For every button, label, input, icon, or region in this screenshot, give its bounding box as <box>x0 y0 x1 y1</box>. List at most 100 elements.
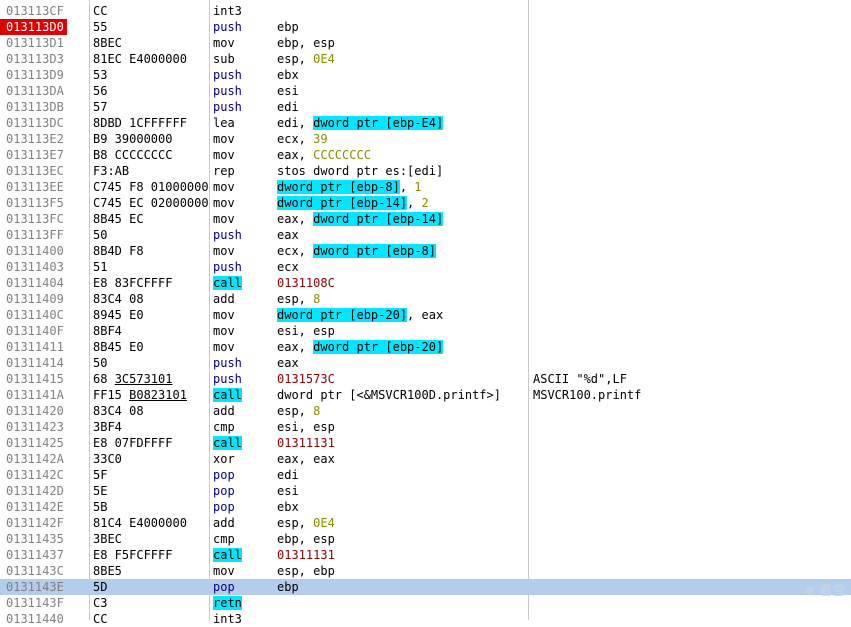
disasm-row[interactable]: 01311423 3BF4 cmp esi, esp <box>0 419 851 435</box>
address-cell[interactable]: 0131143E <box>0 579 78 595</box>
hex-dump-cell[interactable]: 68 3C573101 <box>93 371 209 387</box>
comment-cell[interactable] <box>533 83 851 99</box>
address-cell[interactable]: 01311403 <box>0 259 78 275</box>
mnemonic-cell[interactable]: sub <box>213 51 275 67</box>
mnemonic-cell[interactable]: push <box>213 371 275 387</box>
disasm-row[interactable]: 0131143F C3 retn <box>0 595 851 611</box>
hex-dump-cell[interactable]: C745 F8 01000000 <box>93 179 209 195</box>
mnemonic-cell[interactable]: pop <box>213 483 275 499</box>
disasm-row[interactable]: 013113DB 57 push edi <box>0 99 851 115</box>
address-cell[interactable]: 013113F5 <box>0 195 78 211</box>
hex-dump-cell[interactable]: B8 CCCCCCCC <box>93 147 209 163</box>
disasm-row[interactable]: 0131142F 81C4 E4000000 add esp, 0E4 <box>0 515 851 531</box>
disasm-row[interactable]: 013113DA 56 push esi <box>0 83 851 99</box>
disasm-row[interactable]: 01311414 50 push eax <box>0 355 851 371</box>
mnemonic-cell[interactable]: push <box>213 355 275 371</box>
address-cell[interactable]: 0131142A <box>0 451 78 467</box>
disasm-row[interactable]: 0131142A 33C0 xor eax, eax <box>0 451 851 467</box>
mnemonic-cell[interactable]: add <box>213 403 275 419</box>
address-cell[interactable]: 0131140C <box>0 307 78 323</box>
mnemonic-cell[interactable]: cmp <box>213 419 275 435</box>
comment-cell[interactable] <box>533 515 851 531</box>
disasm-row[interactable]: 013113D0 55 push ebp <box>0 19 851 35</box>
operands-cell[interactable]: edi <box>277 467 527 483</box>
mnemonic-cell[interactable]: add <box>213 291 275 307</box>
operands-cell[interactable]: esi, esp <box>277 419 527 435</box>
mnemonic-cell[interactable]: mov <box>213 195 275 211</box>
hex-dump-cell[interactable]: F3:AB <box>93 163 209 179</box>
hex-dump-cell[interactable]: 8BF4 <box>93 323 209 339</box>
operands-cell[interactable] <box>277 3 527 19</box>
operands-cell[interactable]: ebx <box>277 499 527 515</box>
hex-dump-cell[interactable]: 53 <box>93 67 209 83</box>
address-cell[interactable]: 01311425 <box>0 435 78 451</box>
hex-dump-cell[interactable]: 8BEC <box>93 35 209 51</box>
operands-cell[interactable]: 0131573C <box>277 371 527 387</box>
mnemonic-cell[interactable]: call <box>213 387 275 403</box>
hex-dump-cell[interactable]: FF15 B0823101 <box>93 387 209 403</box>
disasm-row[interactable]: 01311409 83C4 08 add esp, 8 <box>0 291 851 307</box>
operands-cell[interactable]: ecx, dword ptr [ebp-8] <box>277 243 527 259</box>
mnemonic-cell[interactable]: mov <box>213 35 275 51</box>
mnemonic-cell[interactable]: mov <box>213 179 275 195</box>
address-cell[interactable]: 0131142E <box>0 499 78 515</box>
address-cell[interactable]: 01311409 <box>0 291 78 307</box>
disasm-row[interactable]: 013113EE C745 F8 01000000 mov dword ptr [eb… <box>0 179 851 195</box>
comment-cell[interactable] <box>533 35 851 51</box>
operands-cell[interactable]: esp, 0E4 <box>277 51 527 67</box>
address-cell[interactable]: 0131141A <box>0 387 78 403</box>
mnemonic-cell[interactable]: lea <box>213 115 275 131</box>
hex-dump-cell[interactable]: 3BEC <box>93 531 209 547</box>
operands-cell[interactable]: ebp <box>277 579 527 595</box>
operands-cell[interactable]: dword ptr [ebp-8], 1 <box>277 179 527 195</box>
disasm-row[interactable]: 013113D3 81EC E4000000 sub esp, 0E4 <box>0 51 851 67</box>
hex-dump-cell[interactable]: 8B45 E0 <box>93 339 209 355</box>
disasm-row[interactable]: 013113F5 C745 EC 02000000 mov dword ptr [eb… <box>0 195 851 211</box>
hex-dump-cell[interactable]: 51 <box>93 259 209 275</box>
comment-cell[interactable] <box>533 467 851 483</box>
mnemonic-cell[interactable]: call <box>213 435 275 451</box>
comment-cell[interactable] <box>533 163 851 179</box>
operands-cell[interactable]: 01311131 <box>277 435 527 451</box>
address-cell[interactable]: 0131143C <box>0 563 78 579</box>
disasm-row[interactable]: 013113E2 B9 39000000 mov ecx, 39 <box>0 131 851 147</box>
address-cell[interactable]: 01311411 <box>0 339 78 355</box>
operands-cell[interactable]: 0131108C <box>277 275 527 291</box>
comment-cell[interactable] <box>533 259 851 275</box>
disasm-row[interactable]: 01311425 E8 07FDFFFF call 01311131 <box>0 435 851 451</box>
comment-cell[interactable] <box>533 499 851 515</box>
mnemonic-cell[interactable]: push <box>213 99 275 115</box>
comment-cell[interactable] <box>533 3 851 19</box>
disasm-row[interactable]: 0131142E 5B pop ebx <box>0 499 851 515</box>
address-cell[interactable]: 01311404 <box>0 275 78 291</box>
mnemonic-cell[interactable]: int3 <box>213 3 275 19</box>
hex-dump-cell[interactable]: 50 <box>93 227 209 243</box>
hex-dump-cell[interactable]: 8BE5 <box>93 563 209 579</box>
comment-cell[interactable] <box>533 323 851 339</box>
hex-dump-cell[interactable]: CC <box>93 3 209 19</box>
address-cell[interactable]: 013113CF <box>0 3 78 19</box>
operands-cell[interactable]: eax <box>277 227 527 243</box>
address-cell[interactable]: 013113D1 <box>0 35 78 51</box>
disasm-row[interactable]: 01311440 CC int3 <box>0 611 851 627</box>
operands-cell[interactable] <box>277 595 527 611</box>
mnemonic-cell[interactable]: mov <box>213 323 275 339</box>
operands-cell[interactable]: eax, dword ptr [ebp-14] <box>277 211 527 227</box>
operands-cell[interactable]: esp, ebp <box>277 563 527 579</box>
mnemonic-cell[interactable]: pop <box>213 467 275 483</box>
disasm-row[interactable]: 0131142C 5F pop edi <box>0 467 851 483</box>
comment-cell[interactable] <box>533 243 851 259</box>
hex-dump-cell[interactable]: 33C0 <box>93 451 209 467</box>
disasm-row[interactable]: 01311403 51 push ecx <box>0 259 851 275</box>
comment-cell[interactable] <box>533 291 851 307</box>
address-cell[interactable]: 01311414 <box>0 355 78 371</box>
disasm-row[interactable]: 01311415 68 3C573101 push 0131573C ASCII "%d… <box>0 371 851 387</box>
disasm-row[interactable]: 0131140F 8BF4 mov esi, esp <box>0 323 851 339</box>
address-cell[interactable]: 013113EC <box>0 163 78 179</box>
hex-dump-cell[interactable]: 5E <box>93 483 209 499</box>
operands-cell[interactable]: stos dword ptr es:[edi] <box>277 163 527 179</box>
disasm-row[interactable]: 013113D9 53 push ebx <box>0 67 851 83</box>
comment-cell[interactable] <box>533 563 851 579</box>
comment-cell[interactable] <box>533 99 851 115</box>
mnemonic-cell[interactable]: push <box>213 227 275 243</box>
